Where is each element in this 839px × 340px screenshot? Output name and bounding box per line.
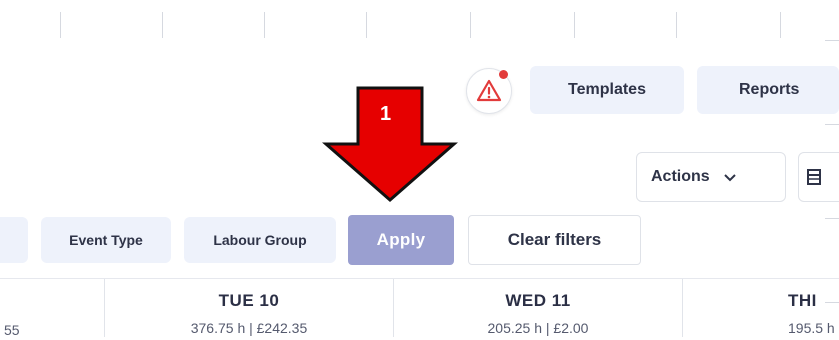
calendar-button[interactable] [798, 152, 839, 202]
filter-chip-partial[interactable] [0, 217, 28, 263]
day-name: TUE 10 [218, 291, 280, 310]
alerts-button[interactable] [466, 68, 512, 114]
timeline-ruler [0, 0, 839, 45]
annotation-arrow: 1 [322, 86, 458, 202]
day-summary: 205.25 h | £2.00 [487, 320, 589, 336]
actions-label: Actions [651, 168, 710, 185]
reports-button[interactable]: Reports [697, 66, 839, 114]
clear-filters-button[interactable]: Clear filters [468, 215, 641, 265]
templates-button[interactable]: Templates [530, 66, 684, 114]
labour-group-filter[interactable]: Labour Group [184, 217, 336, 263]
day-summary: 195.5 h [788, 320, 835, 336]
notification-dot [499, 70, 508, 79]
day-column-tue: TUE 10 376.75 h | £242.35 [105, 279, 393, 337]
actions-dropdown[interactable]: Actions [636, 152, 786, 202]
warning-triangle-icon [476, 79, 502, 102]
day-header-row: 55 TUE 10 376.75 h | £242.35 WED 11 205.… [0, 278, 839, 338]
chevron-down-icon [723, 170, 736, 185]
day-name: WED 11 [505, 291, 571, 310]
day-column-thu: THI 195.5 h [740, 279, 839, 337]
calendar-icon [807, 169, 821, 185]
day-column-wed: WED 11 205.25 h | £2.00 [394, 279, 682, 337]
day-name: THI [788, 291, 817, 310]
day-summary: 376.75 h | £242.35 [190, 320, 308, 336]
apply-button[interactable]: Apply [348, 215, 454, 265]
event-type-filter[interactable]: Event Type [41, 217, 171, 263]
annotation-step-number: 1 [380, 103, 391, 125]
